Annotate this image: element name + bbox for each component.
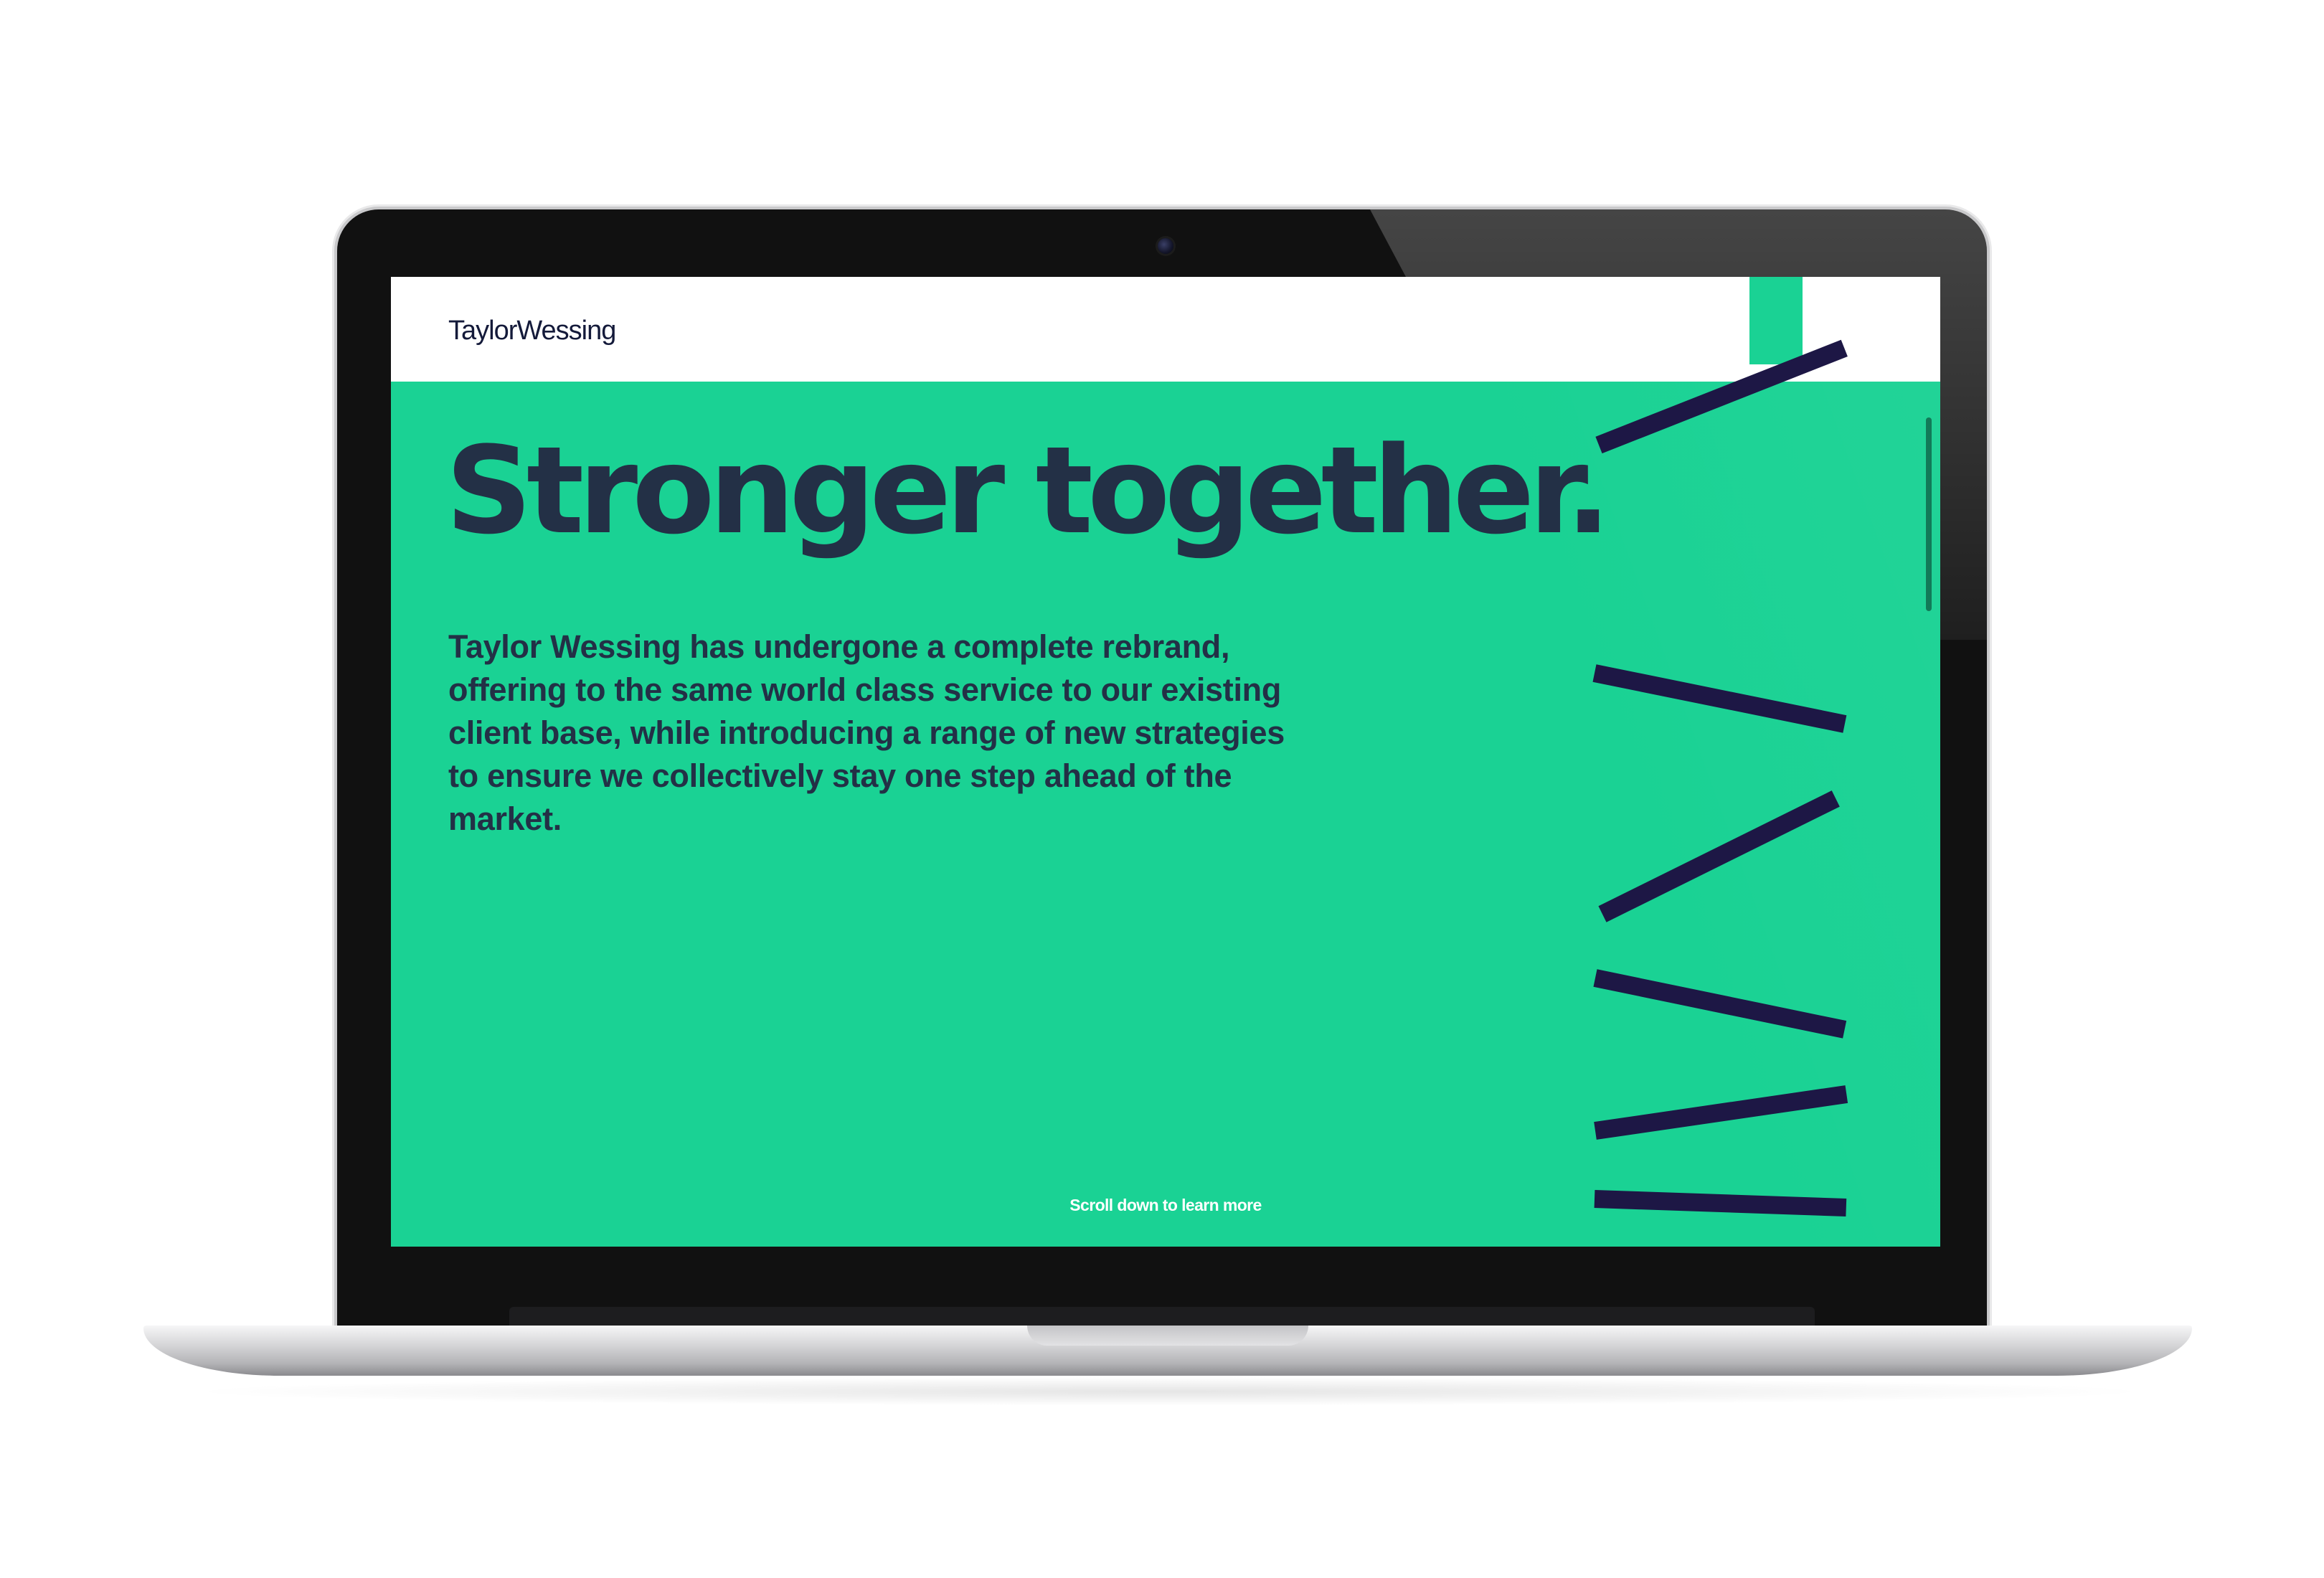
decorative-stripe xyxy=(1592,664,1847,733)
base-shadow xyxy=(179,1377,2159,1406)
site-header: TaylorWessing xyxy=(391,277,1940,382)
hero-headline: Stronger together. xyxy=(445,420,1611,561)
hero-intro: Taylor Wessing has undergone a complete … xyxy=(448,628,1285,837)
lid-opening-notch xyxy=(1027,1326,1308,1346)
device-mockup: TaylorWessing Stronger together. Taylor … xyxy=(0,0,2324,1578)
decorative-stripe xyxy=(1598,790,1840,922)
decorative-stripe xyxy=(1593,969,1847,1039)
site-logo[interactable]: TaylorWessing xyxy=(448,316,616,346)
menu-button[interactable] xyxy=(1749,277,1803,364)
camera-icon xyxy=(1158,238,1173,254)
laptop-base xyxy=(143,1326,2192,1376)
decorative-stripe xyxy=(1594,1085,1848,1140)
scrollbar[interactable] xyxy=(1926,417,1932,611)
website-screen: TaylorWessing Stronger together. Taylor … xyxy=(391,277,1940,1247)
